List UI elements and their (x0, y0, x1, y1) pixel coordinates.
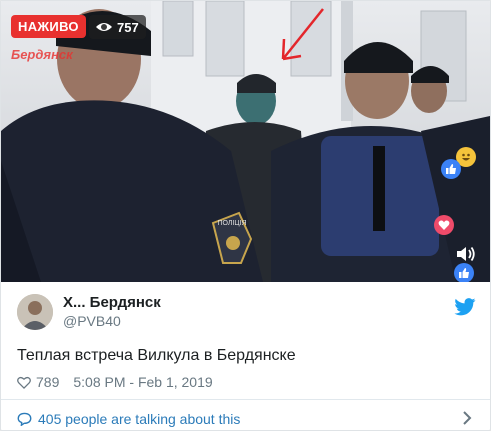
volume-icon[interactable] (455, 245, 477, 263)
eye-icon (96, 23, 112, 31)
love-reaction-icon (434, 215, 454, 235)
tweet-author[interactable]: Х... Бердянск @PVB40 (17, 294, 161, 330)
tweet-timestamp[interactable]: 5:08 PM - Feb 1, 2019 (73, 374, 212, 390)
profile-photo (17, 294, 53, 330)
like-reaction-icon (454, 263, 474, 282)
video-frame: ПОЛІЦІЯ (1, 1, 490, 282)
tweet-card: ПОЛІЦІЯ НАЖИВО 757 Бердянск Х... Бердянс… (0, 0, 491, 431)
twitter-bird-icon[interactable] (454, 298, 476, 316)
avatar[interactable] (17, 294, 53, 330)
speech-bubble-icon (17, 412, 32, 426)
like-reaction-icon (441, 159, 461, 179)
video-player[interactable]: ПОЛІЦІЯ НАЖИВО 757 Бердянск (1, 1, 490, 282)
heart-icon[interactable] (17, 376, 31, 389)
tweet-meta: 789 5:08 PM - Feb 1, 2019 (17, 374, 213, 390)
author-handle[interactable]: @PVB40 (63, 312, 161, 330)
svg-text:ПОЛІЦІЯ: ПОЛІЦІЯ (217, 220, 246, 227)
like-count[interactable]: 789 (36, 374, 59, 390)
view-count: 757 (117, 19, 139, 35)
divider (1, 399, 490, 400)
talking-about-link[interactable]: 405 people are talking about this (17, 411, 240, 427)
talking-about-text[interactable]: 405 people are talking about this (38, 411, 240, 427)
chevron-right-icon[interactable] (461, 410, 473, 426)
channel-logo: Бердянск (11, 47, 73, 62)
tweet-text: Теплая встреча Вилкула в Бердянске (17, 347, 296, 364)
view-count-badge: 757 (89, 15, 146, 39)
live-badge: НАЖИВО (11, 15, 86, 38)
author-name[interactable]: Х... Бердянск (63, 294, 161, 312)
